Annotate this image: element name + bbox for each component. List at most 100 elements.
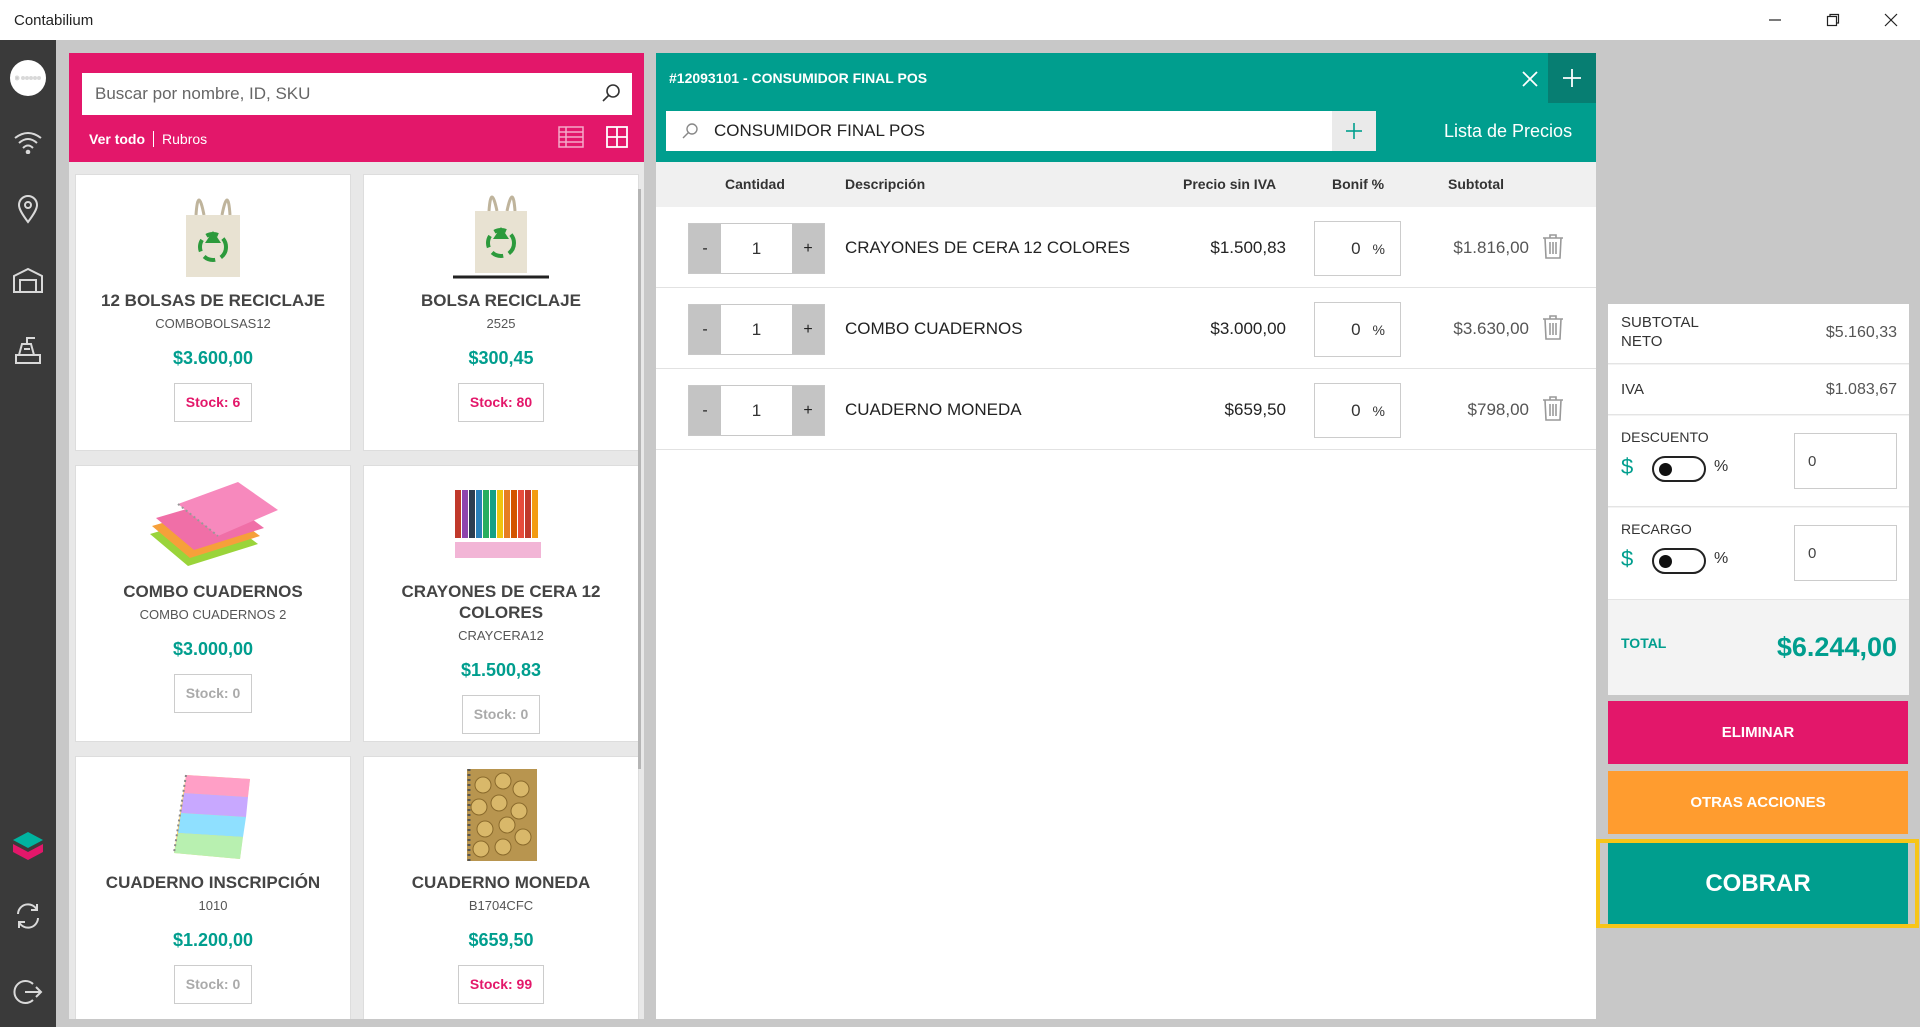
product-search-box[interactable] <box>82 73 632 115</box>
discount-row: DESCUENTO $ % 0 <box>1608 416 1909 507</box>
line-description: CRAYONES DE CERA 12 COLORES <box>845 238 1130 257</box>
product-card[interactable]: 12 BOLSAS DE RECICLAJE COMBOBOLSAS12 $3.… <box>75 174 351 451</box>
product-sku: CRAYCERA12 <box>458 628 544 643</box>
discount-field[interactable]: 0 % <box>1314 221 1401 276</box>
order-panel: #12093101 - CONSUMIDOR FINAL POS CONSUMI… <box>656 53 1596 1019</box>
minimize-button[interactable] <box>1746 0 1804 40</box>
wifi-icon[interactable] <box>10 124 46 160</box>
line-subtotal: $3.630,00 <box>1453 319 1529 338</box>
filter-divider <box>153 131 155 147</box>
product-card[interactable]: CUADERNO INSCRIPCIÓN 1010 $1.200,00 Stoc… <box>75 756 351 1019</box>
increase-qty-button[interactable]: + <box>792 386 824 435</box>
product-card[interactable]: CRAYONES DE CERA 12 COLORES CRAYCERA12 $… <box>363 465 639 742</box>
new-order-button[interactable] <box>1548 53 1596 103</box>
product-price: $300,45 <box>468 348 534 368</box>
add-client-button[interactable] <box>1332 111 1376 151</box>
filter-row: Ver todo Rubros <box>89 131 207 147</box>
client-search-box[interactable]: CONSUMIDOR FINAL POS <box>666 111 1376 151</box>
search-icon[interactable] <box>600 82 622 109</box>
product-stock: Stock: 6 <box>173 383 253 422</box>
total-label: TOTAL <box>1621 635 1667 651</box>
quantity-value[interactable]: 1 <box>721 224 792 273</box>
recycle-bag-icon <box>451 183 551 283</box>
discount-field[interactable]: 0 % <box>1314 302 1401 357</box>
close-order-button[interactable] <box>1512 61 1548 97</box>
logout-icon[interactable] <box>10 974 46 1010</box>
discount-value: 0 <box>1351 238 1361 258</box>
restore-button[interactable] <box>1804 0 1862 40</box>
cash-register-icon[interactable] <box>10 332 46 368</box>
product-name: CRAYONES DE CERA 12 COLORES <box>401 582 601 622</box>
crayons-icon <box>451 474 551 574</box>
product-name: CUADERNO MONEDA <box>411 873 591 892</box>
nav-rail <box>0 40 56 1027</box>
trash-icon[interactable] <box>1542 314 1564 345</box>
increase-qty-button[interactable]: + <box>792 224 824 273</box>
coin-notebook-icon <box>451 765 551 865</box>
product-scrollbar[interactable] <box>638 189 641 769</box>
notebook-icon <box>163 765 263 865</box>
surcharge-input[interactable]: 0 <box>1794 525 1897 581</box>
percent-label: % <box>1372 321 1385 338</box>
products-panel: Ver todo Rubros 12 BOLSAS DE RECICLAJE C… <box>69 53 644 1019</box>
view-toggle <box>558 126 628 153</box>
surcharge-mode-toggle[interactable] <box>1652 548 1706 574</box>
window-controls <box>1746 0 1920 40</box>
increase-qty-button[interactable]: + <box>792 305 824 354</box>
dollar-label: $ <box>1621 546 1634 571</box>
decrease-qty-button[interactable]: - <box>689 386 721 435</box>
toggle-knob <box>1659 555 1672 568</box>
iva-row: IVA $1.083,67 <box>1608 365 1909 415</box>
percent-label: % <box>1714 550 1729 567</box>
client-name[interactable]: CONSUMIDOR FINAL POS <box>714 121 925 141</box>
product-sku: COMBOBOLSAS12 <box>155 316 271 331</box>
product-price: $3.600,00 <box>172 348 254 368</box>
product-search-input[interactable] <box>95 84 565 104</box>
discount-field[interactable]: 0 % <box>1314 383 1401 438</box>
contabilium-logo-icon <box>10 830 46 866</box>
decrease-qty-button[interactable]: - <box>689 305 721 354</box>
quantity-stepper: - 1 + <box>688 223 825 274</box>
quantity-value[interactable]: 1 <box>721 386 792 435</box>
product-name: CUADERNO INSCRIPCIÓN <box>105 873 321 892</box>
recycle-bag-icon <box>163 183 263 283</box>
sync-icon[interactable] <box>10 898 46 934</box>
discount-label: DESCUENTO <box>1621 429 1709 445</box>
notebooks-icon <box>138 474 288 574</box>
trash-icon[interactable] <box>1542 233 1564 264</box>
quantity-value[interactable]: 1 <box>721 305 792 354</box>
product-stock: Stock: 0 <box>461 695 541 734</box>
product-card[interactable]: COMBO CUADERNOS COMBO CUADERNOS 2 $3.000… <box>75 465 351 742</box>
price-list-link[interactable]: Lista de Precios <box>1444 121 1572 142</box>
filter-categories-link[interactable]: Rubros <box>162 131 207 147</box>
order-line: - 1 + CRAYONES DE CERA 12 COLORES $1.500… <box>656 207 1596 288</box>
col-qty: Cantidad <box>725 176 785 192</box>
app-title: Contabilium <box>14 11 94 29</box>
warehouse-icon[interactable] <box>10 262 46 298</box>
product-stock: Stock: 99 <box>457 965 545 1004</box>
other-actions-button[interactable]: OTRAS ACCIONES <box>1608 771 1908 834</box>
dollar-label: $ <box>1621 454 1634 479</box>
product-price: $3.000,00 <box>172 639 254 659</box>
delete-order-button[interactable]: ELIMINAR <box>1608 701 1908 764</box>
product-sku: B1704CFC <box>468 898 534 913</box>
order-table-header: Cantidad Descripción Precio sin IVA Boni… <box>656 162 1596 207</box>
product-card[interactable]: CUADERNO MONEDA B1704CFC $659,50 Stock: … <box>363 756 639 1019</box>
decrease-qty-button[interactable]: - <box>689 224 721 273</box>
logo-icon[interactable] <box>10 60 46 96</box>
close-window-button[interactable] <box>1862 0 1920 40</box>
discount-mode-toggle[interactable] <box>1652 456 1706 482</box>
list-view-icon[interactable] <box>558 126 584 153</box>
filter-all-link[interactable]: Ver todo <box>89 131 145 147</box>
location-icon[interactable] <box>10 191 46 227</box>
product-card[interactable]: BOLSA RECICLAJE 2525 $300,45 Stock: 80 <box>363 174 639 451</box>
line-description: COMBO CUADERNOS <box>845 319 1023 338</box>
pay-button[interactable]: COBRAR <box>1608 843 1908 924</box>
toggle-knob <box>1659 463 1672 476</box>
subtotal-label: SUBTOTAL NETO <box>1621 314 1699 350</box>
trash-icon[interactable] <box>1542 395 1564 426</box>
product-stock: Stock: 0 <box>173 674 253 713</box>
discount-input[interactable]: 0 <box>1794 433 1897 489</box>
col-subtotal: Subtotal <box>1448 176 1504 192</box>
grid-view-icon[interactable] <box>606 126 628 153</box>
